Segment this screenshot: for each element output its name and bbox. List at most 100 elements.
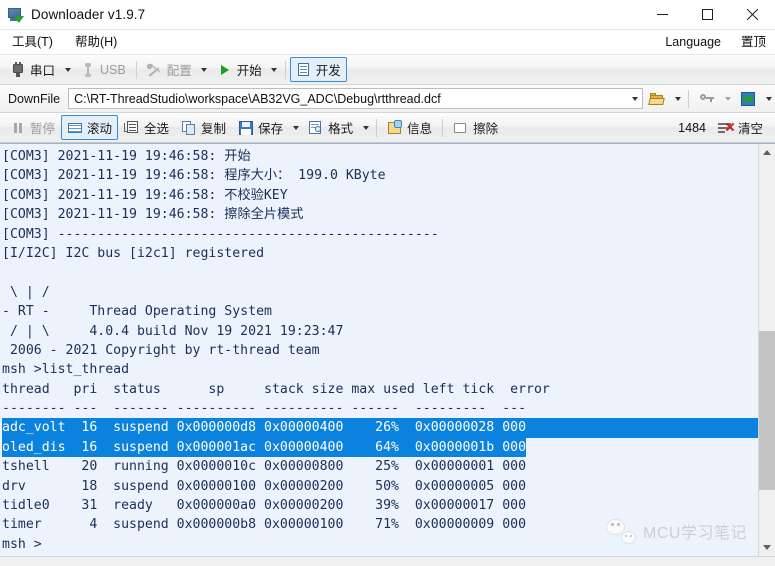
terminal-panel: [COM3] 2021-11-19 19:46:58: 开始 [COM3] 202… bbox=[0, 143, 775, 556]
chevron-down-icon bbox=[362, 125, 369, 130]
scroll-down-button[interactable] bbox=[759, 539, 775, 556]
config-dropdown[interactable] bbox=[198, 59, 211, 81]
window-title: Downloader v1.9.7 bbox=[31, 7, 146, 22]
format-icon bbox=[308, 120, 324, 136]
terminal-line: - RT - Thread Operating System bbox=[2, 304, 272, 320]
menu-help[interactable]: 帮助(H) bbox=[65, 32, 127, 52]
terminal-output[interactable]: [COM3] 2021-11-19 19:46:58: 开始 [COM3] 202… bbox=[0, 144, 758, 556]
terminal-line-selected: oled_dis 16 suspend 0x000001ac 0x0000040… bbox=[2, 437, 527, 458]
close-icon bbox=[747, 9, 758, 20]
menu-bar: 工具(T) 帮助(H) Language 置顶 bbox=[0, 30, 775, 54]
terminal-line: [COM3] ---------------------------------… bbox=[2, 226, 439, 242]
copy-button[interactable]: 复制 bbox=[175, 115, 232, 140]
downfile-path-dropdown[interactable] bbox=[627, 89, 642, 108]
scroll-button[interactable]: 滚动 bbox=[61, 115, 119, 140]
serial-port-dropdown[interactable] bbox=[61, 59, 74, 81]
terminal-line-selected: adc_volt 16 suspend 0x000000d8 0x0000040… bbox=[2, 418, 758, 438]
usb-button[interactable]: USB bbox=[74, 57, 132, 82]
pause-icon bbox=[10, 120, 26, 136]
download-dropdown[interactable] bbox=[762, 88, 775, 110]
toolbar-divider-2 bbox=[284, 60, 286, 79]
scrollbar-track[interactable] bbox=[759, 161, 775, 539]
save-dropdown[interactable] bbox=[289, 117, 302, 139]
maximize-icon bbox=[702, 9, 713, 20]
close-button[interactable] bbox=[730, 0, 775, 30]
main-toolbar: 串口 USB 配置 开始 开发 bbox=[0, 54, 775, 85]
menu-language[interactable]: Language bbox=[656, 32, 730, 52]
save-button[interactable]: 保存 bbox=[232, 115, 289, 140]
terminal-line: 2006 - 2021 Copyright by rt-thread team bbox=[2, 342, 320, 358]
scrollbar-thumb[interactable] bbox=[759, 331, 775, 490]
terminal-line: msh > bbox=[2, 536, 42, 552]
terminal-line: adc_volt 16 suspend 0x000000d8 0x0000040… bbox=[2, 418, 758, 438]
info-button[interactable]: 信息 bbox=[381, 115, 438, 140]
menu-always-on-top[interactable]: 置顶 bbox=[732, 32, 775, 52]
info-icon bbox=[387, 119, 403, 136]
terminal-line: tshell 20 running 0x0000010c 0x00000800 … bbox=[2, 459, 527, 475]
terminal-line: -------- --- ------- ---------- --------… bbox=[2, 401, 527, 417]
erase-label: 擦除 bbox=[473, 122, 499, 136]
downfile-path-combobox[interactable]: C:\RT-ThreadStudio\workspace\AB32VG_ADC\… bbox=[68, 88, 643, 109]
key-dropdown[interactable] bbox=[721, 88, 734, 110]
copy-icon bbox=[181, 120, 197, 136]
chevron-down-icon bbox=[64, 67, 71, 72]
key-icon bbox=[699, 91, 715, 107]
log-toolbar-divider bbox=[376, 118, 378, 137]
format-dropdown[interactable] bbox=[359, 117, 372, 139]
terminal-line: drv 18 suspend 0x00000100 0x00000200 50%… bbox=[2, 478, 527, 494]
select-all-button[interactable]: 全选 bbox=[118, 115, 175, 140]
config-button[interactable]: 配置 bbox=[141, 57, 198, 82]
menu-tools[interactable]: 工具(T) bbox=[2, 32, 63, 52]
log-toolbar-divider-2 bbox=[442, 118, 444, 137]
folder-open-icon bbox=[648, 91, 665, 107]
save-label: 保存 bbox=[258, 122, 284, 136]
chevron-down-icon bbox=[201, 67, 208, 72]
browse-file-dropdown[interactable] bbox=[671, 88, 684, 110]
scroll-icon bbox=[67, 120, 83, 136]
format-button[interactable]: 格式 bbox=[302, 115, 359, 140]
clear-button[interactable]: 清空 bbox=[712, 115, 769, 140]
start-button[interactable]: 开始 bbox=[211, 57, 268, 82]
play-icon bbox=[217, 62, 233, 78]
terminal-line: [COM3] 2021-11-19 19:46:58: 开始 bbox=[2, 149, 251, 164]
menu-bar-right: Language 置顶 bbox=[654, 32, 775, 52]
copy-label: 复制 bbox=[201, 122, 227, 136]
terminal-line: oled_dis 16 suspend 0x000001ac 0x0000040… bbox=[2, 437, 758, 458]
develop-button[interactable]: 开发 bbox=[289, 57, 347, 82]
serial-port-label: 串口 bbox=[30, 64, 56, 78]
usb-label: USB bbox=[100, 62, 126, 77]
key-button[interactable] bbox=[693, 86, 721, 111]
browse-file-button[interactable] bbox=[643, 86, 671, 111]
download-button[interactable] bbox=[734, 86, 762, 111]
app-monitor-icon bbox=[8, 7, 24, 23]
scroll-label: 滚动 bbox=[87, 122, 113, 136]
checkbox-icon bbox=[453, 120, 469, 136]
chevron-down-icon bbox=[763, 545, 771, 550]
serial-port-button[interactable]: 串口 bbox=[4, 57, 61, 82]
clear-lines-icon bbox=[717, 120, 735, 136]
clear-label: 清空 bbox=[737, 122, 763, 136]
terminal-line: [I/I2C] I2C bus [i2c1] registered bbox=[2, 245, 265, 261]
chevron-down-icon bbox=[765, 96, 772, 101]
select-all-label: 全选 bbox=[144, 122, 170, 136]
terminal-scrollbar[interactable] bbox=[758, 144, 775, 556]
floppy-save-icon bbox=[238, 120, 254, 136]
pause-button[interactable]: 暂停 bbox=[4, 115, 61, 140]
scroll-up-button[interactable] bbox=[759, 144, 775, 161]
info-label: 信息 bbox=[407, 122, 433, 136]
minimize-button[interactable] bbox=[640, 0, 685, 30]
format-label: 格式 bbox=[328, 122, 354, 136]
terminal-line: [COM3] 2021-11-19 19:46:58: 擦除全片模式 bbox=[2, 207, 304, 223]
downloader-window: Downloader v1.9.7 工具(T) 帮助(H) Language 置… bbox=[0, 0, 775, 566]
chevron-down-icon bbox=[724, 96, 731, 101]
downfile-label: DownFile bbox=[8, 91, 61, 106]
erase-checkbox[interactable]: 擦除 bbox=[447, 115, 504, 140]
toolbar-divider-1 bbox=[135, 60, 137, 79]
downfile-path-value[interactable]: C:\RT-ThreadStudio\workspace\AB32VG_ADC\… bbox=[69, 92, 627, 106]
start-label: 开始 bbox=[236, 64, 262, 78]
log-line-count: 1484 bbox=[678, 120, 706, 135]
maximize-button[interactable] bbox=[685, 0, 730, 30]
downrow-divider bbox=[688, 89, 689, 108]
start-dropdown[interactable] bbox=[268, 59, 281, 81]
minimize-icon bbox=[657, 14, 668, 15]
